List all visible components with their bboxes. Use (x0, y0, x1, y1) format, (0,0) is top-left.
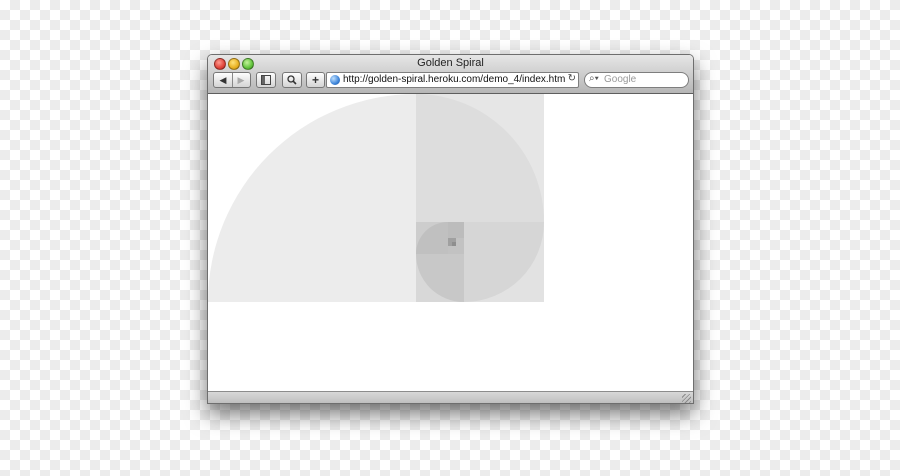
spiral-square-6 (448, 222, 464, 238)
address-text: http://golden-spiral.heroku.com/demo_4/i… (343, 74, 568, 85)
back-button[interactable]: ◀ (214, 73, 233, 87)
status-bar (208, 391, 693, 403)
magnifier-icon (287, 75, 297, 85)
golden-spiral-graphic (208, 94, 544, 302)
add-bookmark-button[interactable]: + (306, 72, 325, 88)
globe-icon (330, 75, 340, 85)
show-bookmarks-button[interactable] (256, 72, 276, 88)
search-field[interactable]: ⌕▾ Google (584, 72, 689, 88)
spiral-square-9 (452, 242, 456, 246)
title-bar: Golden Spiral ◀ ▶ + http://golden-spiral… (208, 55, 693, 94)
spiral-arc-1 (208, 94, 416, 302)
zoom-button[interactable] (282, 72, 302, 88)
reload-button[interactable]: ↻ (565, 73, 576, 84)
resize-grip-icon[interactable] (682, 394, 691, 403)
forward-button[interactable]: ▶ (232, 73, 250, 87)
browser-window: Golden Spiral ◀ ▶ + http://golden-spiral… (207, 54, 694, 404)
bookmarks-icon (261, 75, 271, 85)
search-placeholder: Google (604, 74, 637, 85)
page-content (208, 94, 693, 391)
search-icon: ⌕▾ (589, 73, 599, 84)
window-title: Golden Spiral (417, 57, 484, 69)
navigation-group: ◀ ▶ (213, 72, 251, 88)
address-bar[interactable]: http://golden-spiral.heroku.com/demo_4/i… (326, 72, 579, 88)
